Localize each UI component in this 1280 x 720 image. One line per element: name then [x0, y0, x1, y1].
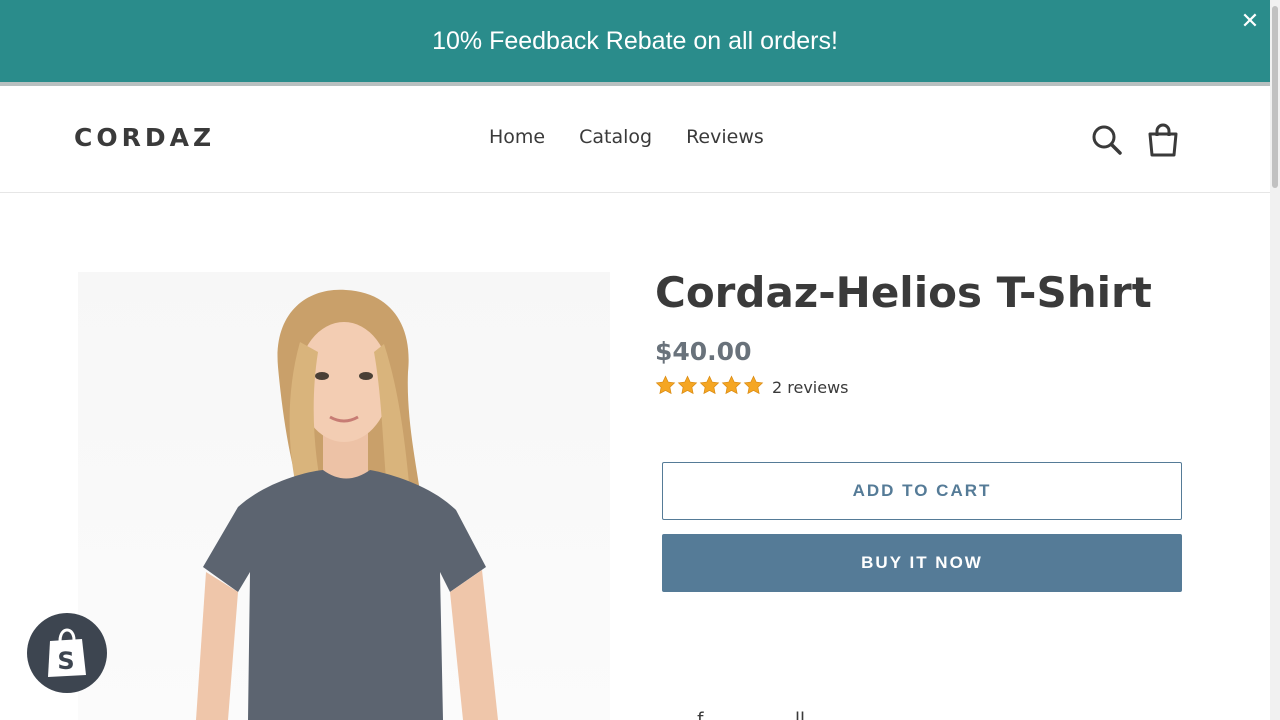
main-nav: Home Catalog Reviews: [489, 126, 764, 148]
site-header: CORDAZ Home Catalog Reviews: [0, 90, 1270, 193]
star-icon: [721, 375, 742, 395]
product-price: $40.00: [655, 337, 752, 366]
nav-home[interactable]: Home: [489, 126, 545, 148]
product-rating[interactable]: 2 reviews: [655, 374, 849, 397]
add-to-cart-button[interactable]: ADD TO CART: [662, 462, 1182, 520]
announcement-text: 10% Feedback Rebate on all orders!: [432, 26, 838, 55]
reviews-link[interactable]: 2 reviews: [772, 378, 849, 397]
star-icon: [677, 375, 698, 395]
page-scrollbar[interactable]: [1270, 0, 1280, 720]
star-rating: [655, 375, 764, 396]
search-icon[interactable]: [1090, 122, 1124, 158]
scrollbar-thumb[interactable]: [1272, 6, 1278, 188]
product-image[interactable]: [78, 272, 610, 720]
store-logo[interactable]: CORDAZ: [74, 123, 215, 152]
close-icon[interactable]: ✕: [1238, 10, 1262, 34]
cart-icon[interactable]: [1146, 122, 1180, 158]
svg-text:S: S: [57, 647, 74, 675]
nav-reviews[interactable]: Reviews: [686, 126, 764, 148]
buy-it-now-button[interactable]: BUY IT NOW: [662, 534, 1182, 592]
product-title: Cordaz-Helios T-Shirt: [655, 268, 1152, 317]
star-icon: [699, 375, 720, 395]
product-description: ...f ... ... ... ...ll...: [680, 709, 823, 720]
star-icon: [743, 375, 764, 395]
announcement-bar: 10% Feedback Rebate on all orders! ✕: [0, 0, 1270, 86]
nav-catalog[interactable]: Catalog: [579, 126, 652, 148]
shopify-bag-icon[interactable]: S: [27, 613, 107, 693]
star-icon: [655, 375, 676, 395]
